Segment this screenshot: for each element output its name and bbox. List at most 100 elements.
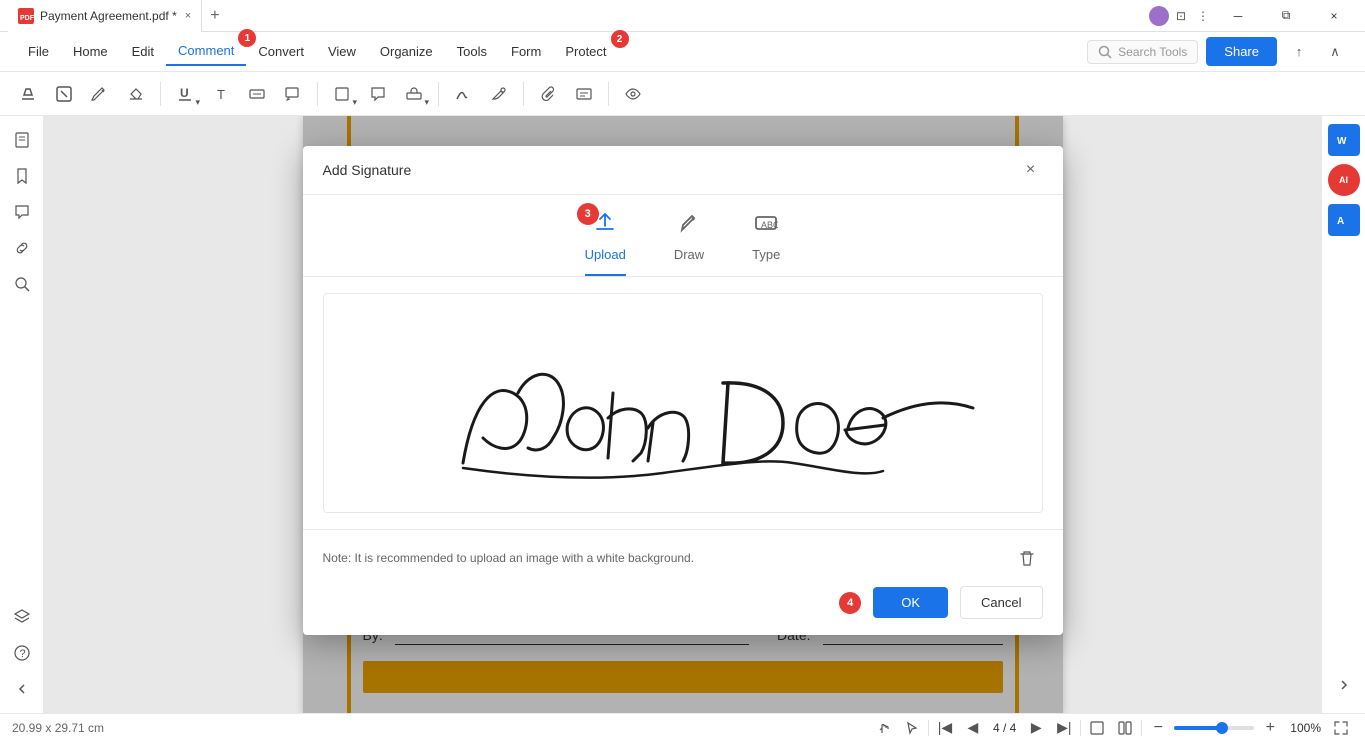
eraser-tool[interactable] <box>120 78 152 110</box>
add-signature-dialog: Add Signature × 3 Upload <box>303 146 1063 635</box>
sidebar-pages-button[interactable] <box>6 124 38 156</box>
sidebar-search-button[interactable] <box>6 268 38 300</box>
svg-text:ABC: ABC <box>761 220 778 230</box>
right-panel-collapse[interactable] <box>1335 676 1353 697</box>
dialog-header: Add Signature × <box>303 146 1063 195</box>
menu-protect[interactable]: Protect 2 <box>553 38 618 65</box>
cancel-button[interactable]: Cancel <box>960 586 1042 619</box>
zoom-slider-fill <box>1174 726 1222 730</box>
toolbar-divider-3 <box>438 82 439 106</box>
eye-tool[interactable] <box>617 78 649 110</box>
stamp-tool[interactable]: ▾ <box>398 78 430 110</box>
view-mode-button[interactable] <box>1113 716 1137 740</box>
ok-badge: 4 <box>839 592 861 614</box>
ok-button[interactable]: OK <box>873 587 948 618</box>
menu-file[interactable]: File <box>16 38 61 65</box>
fullscreen-button[interactable] <box>1329 716 1353 740</box>
menu-tools[interactable]: Tools <box>445 38 499 65</box>
switch-view-button[interactable]: ⊡ <box>1171 6 1191 26</box>
close-window-button[interactable]: × <box>1311 0 1357 32</box>
first-page-button[interactable]: |◀ <box>933 716 957 740</box>
menu-view[interactable]: View <box>316 38 368 65</box>
word-doc-button[interactable]: A <box>1328 204 1360 236</box>
svg-text:PDF: PDF <box>20 15 34 22</box>
callout-tool[interactable] <box>277 78 309 110</box>
search-tools-input[interactable]: Search Tools <box>1087 40 1198 64</box>
svg-text:?: ? <box>19 648 25 660</box>
toolbar-divider-1 <box>160 82 161 106</box>
draw-tool[interactable] <box>483 78 515 110</box>
zoom-slider[interactable] <box>1174 726 1254 730</box>
pdf-page: Add Signature × 3 Upload <box>303 116 1063 713</box>
sidebar-layers-button[interactable] <box>6 601 38 633</box>
next-page-button[interactable]: ▶ <box>1024 716 1048 740</box>
signature-image <box>383 303 983 503</box>
dialog-footer-actions <box>1011 542 1043 574</box>
shape-tool[interactable]: ▾ <box>326 78 358 110</box>
sidebar-help-button[interactable]: ? <box>6 637 38 669</box>
dialog-note: Note: It is recommended to upload an ima… <box>323 551 695 565</box>
select-tool[interactable] <box>48 78 80 110</box>
svg-text:W: W <box>1337 136 1347 147</box>
toolbar-divider-2 <box>317 82 318 106</box>
right-sidebar: W AI A <box>1321 116 1365 713</box>
menu-convert[interactable]: Convert <box>246 38 316 65</box>
tab-upload[interactable]: 3 Upload <box>585 211 626 276</box>
share-button[interactable]: Share <box>1206 37 1277 66</box>
close-tab-button[interactable]: × <box>185 10 191 22</box>
comment-tool[interactable] <box>362 78 394 110</box>
tab-payment-agreement[interactable]: PDF Payment Agreement.pdf * × <box>8 0 202 32</box>
upload-badge: 3 <box>577 203 599 225</box>
fit-page-button[interactable] <box>1085 716 1109 740</box>
menu-form[interactable]: Form <box>499 38 553 65</box>
signature-preview-area <box>323 293 1043 513</box>
last-page-button[interactable]: ▶| <box>1052 716 1076 740</box>
tab-draw[interactable]: Draw <box>674 211 704 276</box>
textbox-tool[interactable] <box>241 78 273 110</box>
pen-tool[interactable] <box>84 78 116 110</box>
sidebar-collapse-button[interactable] <box>6 673 38 705</box>
word-icon-button[interactable]: W <box>1328 124 1360 156</box>
settings-chevron-button[interactable]: ∧ <box>1321 38 1349 66</box>
prev-page-button[interactable]: ◀ <box>961 716 985 740</box>
highlight-tool[interactable] <box>12 78 44 110</box>
sidebar-comment-button[interactable] <box>6 196 38 228</box>
sidebar-link-button[interactable] <box>6 232 38 264</box>
menu-organize[interactable]: Organize <box>368 38 445 65</box>
zoom-slider-thumb[interactable] <box>1216 722 1228 734</box>
edit-tool[interactable] <box>568 78 600 110</box>
zoom-in-button[interactable]: + <box>1258 716 1282 740</box>
menu-home[interactable]: Home <box>61 38 120 65</box>
dialog-close-button[interactable]: × <box>1019 158 1043 182</box>
sidebar-bookmark-button[interactable] <box>6 160 38 192</box>
minimize-button[interactable]: ─ <box>1215 0 1261 32</box>
profile-avatar[interactable] <box>1149 6 1169 26</box>
upload-nav-button[interactable]: ↑ <box>1285 38 1313 66</box>
restore-button[interactable]: ⧉ <box>1263 0 1309 32</box>
type-icon: ABC <box>754 211 778 241</box>
page-nav-controls: |◀ ◀ 4 / 4 ▶ ▶| − + 100% <box>872 716 1353 740</box>
attachment-tool[interactable] <box>532 78 564 110</box>
bottom-divider-2 <box>1080 720 1081 736</box>
draw-label: Draw <box>674 247 704 262</box>
signature-tool[interactable] <box>447 78 479 110</box>
upload-label: Upload <box>585 247 626 262</box>
type-label: Type <box>752 247 780 262</box>
svg-text:A: A <box>1337 216 1344 227</box>
menu-edit[interactable]: Edit <box>120 38 166 65</box>
pdf-icon: PDF <box>18 8 34 24</box>
menu-comment[interactable]: Comment 1 <box>166 37 246 66</box>
underline-tool[interactable]: U ▾ <box>169 78 201 110</box>
tab-title: Payment Agreement.pdf * <box>40 9 177 23</box>
new-tab-button[interactable]: + <box>202 7 227 25</box>
hand-tool-bottom[interactable] <box>872 716 896 740</box>
text-tool[interactable]: T <box>205 78 237 110</box>
zoom-out-button[interactable]: − <box>1146 716 1170 740</box>
cursor-tool-bottom[interactable] <box>900 716 924 740</box>
tab-type[interactable]: ABC Type <box>752 211 780 276</box>
ai-button[interactable]: AI <box>1328 164 1360 196</box>
bottom-bar: 20.99 x 29.71 cm |◀ ◀ 4 / 4 ▶ ▶| − + 100… <box>0 713 1365 741</box>
delete-signature-button[interactable] <box>1011 542 1043 574</box>
search-icon <box>1098 45 1112 59</box>
more-options-button[interactable]: ⋮ <box>1193 6 1213 26</box>
